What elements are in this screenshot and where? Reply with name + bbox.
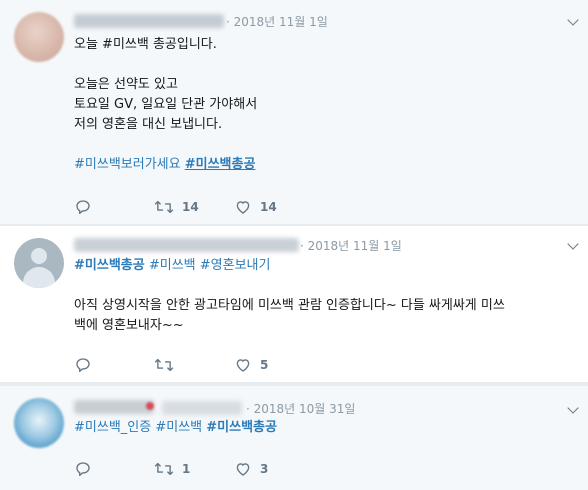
like-icon — [234, 356, 252, 374]
author-badge-redacted — [146, 402, 154, 410]
reply-button[interactable] — [74, 356, 100, 374]
retweet-count: 14 — [182, 200, 199, 214]
like-count: 5 — [260, 358, 269, 372]
chevron-down-icon[interactable] — [567, 402, 579, 414]
retweet-icon — [154, 198, 174, 216]
like-icon — [234, 198, 252, 216]
tweet-text: 오늘 #미쓰백 총공입니다. 오늘은 선약도 있고 토요일 GV, 일요일 단관… — [74, 37, 258, 132]
chevron-down-icon[interactable] — [567, 14, 579, 26]
author-handle-redacted[interactable] — [162, 401, 242, 415]
retweet-icon — [154, 356, 174, 374]
tweet-hashtags: #미쓰백보러가세요 #미쓰백총공 — [74, 155, 255, 175]
author-name-redacted[interactable] — [74, 400, 154, 414]
tweet-2[interactable]: · 2018년 11월 1일 #미쓰백총공 #미쓰백 #영혼보내기 아직 상영시… — [0, 226, 588, 382]
retweet-button[interactable]: 1 — [154, 460, 190, 478]
like-count: 3 — [260, 462, 269, 476]
avatar[interactable] — [14, 398, 64, 448]
retweet-icon — [154, 460, 174, 478]
tweet-1[interactable]: · 2018년 11월 1일 오늘 #미쓰백 총공입니다. 오늘은 선약도 있고… — [0, 0, 588, 224]
like-button[interactable]: 5 — [234, 356, 268, 374]
tweet-feed: · 2018년 11월 1일 오늘 #미쓰백 총공입니다. 오늘은 선약도 있고… — [0, 0, 588, 490]
author-name-redacted[interactable] — [74, 238, 299, 252]
hashtag-link[interactable]: #미쓰백총공 — [206, 420, 277, 435]
chevron-down-icon[interactable] — [567, 238, 579, 250]
hashtag-link[interactable]: #미쓰백 — [149, 258, 196, 273]
hashtag-link[interactable]: #미쓰백 — [155, 420, 202, 435]
retweet-button[interactable]: 14 — [154, 198, 199, 216]
like-icon — [234, 460, 252, 478]
tweet-3[interactable]: · 2018년 10월 31일 #미쓰백_인증 #미쓰백 #미쓰백총공 1 3 — [0, 386, 588, 490]
like-button[interactable]: 3 — [234, 460, 268, 478]
reply-button[interactable] — [74, 198, 100, 216]
author-name-redacted[interactable] — [74, 14, 224, 28]
reply-icon — [74, 460, 92, 478]
tweet-date[interactable]: · 2018년 11월 1일 — [300, 237, 402, 254]
tweet-hashtags: #미쓰백_인증 #미쓰백 #미쓰백총공 — [74, 418, 277, 438]
hashtag-link[interactable]: #미쓰백총공 — [185, 157, 256, 172]
like-button[interactable]: 14 — [234, 198, 277, 216]
like-count: 14 — [260, 200, 277, 214]
hashtag-link[interactable]: #영혼보내기 — [200, 258, 271, 273]
avatar[interactable] — [14, 12, 64, 62]
reply-icon — [74, 356, 92, 374]
tweet-text: 아직 상영시작을 안한 광고타임에 미쓰백 관람 인증합니다~ 다들 싸게싸게 … — [74, 298, 505, 333]
tweet-hashtags: #미쓰백총공 #미쓰백 #영혼보내기 — [74, 256, 270, 276]
reply-button[interactable] — [74, 460, 100, 478]
tweet-date[interactable]: · 2018년 10월 31일 — [246, 400, 355, 417]
reply-icon — [74, 198, 92, 216]
tweet-date[interactable]: · 2018년 11월 1일 — [226, 13, 328, 30]
hashtag-link[interactable]: #미쓰백_인증 — [74, 420, 151, 435]
retweet-button[interactable] — [154, 356, 182, 374]
retweet-count: 1 — [182, 462, 191, 476]
hashtag-link[interactable]: #미쓰백총공 — [74, 258, 145, 273]
hashtag-link[interactable]: #미쓰백보러가세요 — [74, 157, 181, 172]
avatar-icon[interactable] — [14, 238, 64, 288]
